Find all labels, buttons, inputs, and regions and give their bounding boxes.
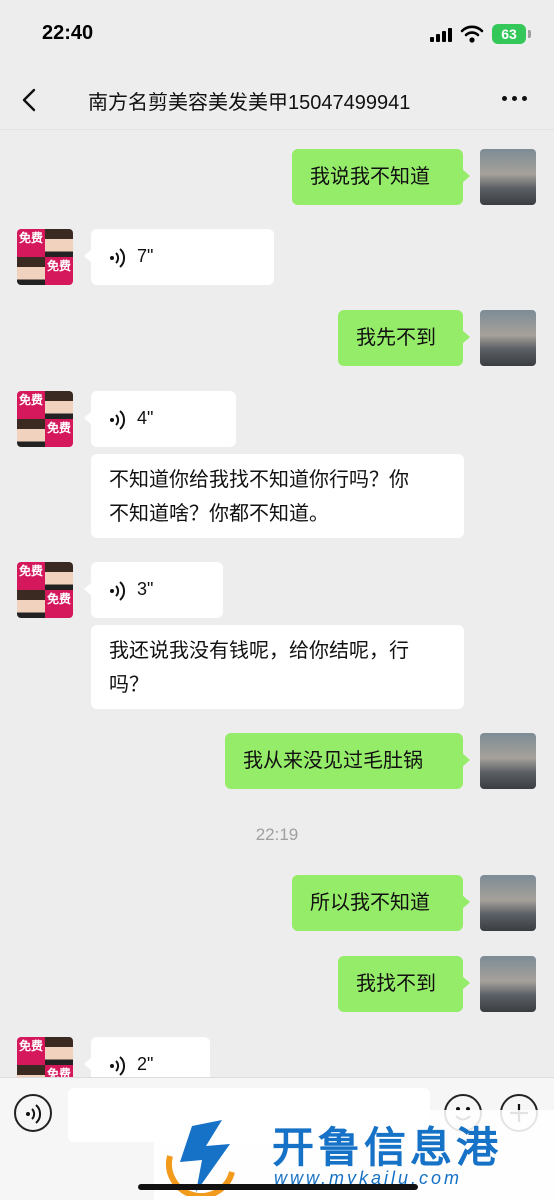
avatar-face — [45, 391, 73, 419]
status-time: 22:40 — [42, 22, 94, 44]
message-text-line: 不知道啥？你都不知道。 — [109, 503, 329, 525]
message-bubble[interactable]: 所以我不知道 — [292, 875, 470, 931]
my-avatar[interactable] — [480, 310, 536, 366]
avatar-face — [17, 590, 45, 618]
back-arrow-icon[interactable] — [18, 86, 42, 114]
message-bubble[interactable]: 我先不到 — [338, 310, 470, 366]
message-text: 我说我不知道 — [310, 166, 430, 188]
avatar-face — [17, 257, 45, 285]
voice-message-bubble[interactable]: 2" — [84, 1037, 210, 1077]
message-text: 所以我不知道 — [310, 892, 430, 914]
wifi-icon — [460, 25, 484, 43]
avatar-badge: 免费 — [45, 257, 73, 285]
home-indicator — [138, 1184, 418, 1190]
battery-indicator: 63 — [492, 24, 526, 44]
contact-avatar[interactable]: 免费 免费 — [17, 229, 73, 285]
voice-message-bubble[interactable]: 7" — [84, 229, 274, 285]
avatar-face — [45, 229, 73, 257]
my-avatar[interactable] — [480, 733, 536, 789]
message-text: 我从来没见过毛肚锅 — [243, 750, 423, 772]
message-bubble[interactable]: 我找不到 — [338, 956, 470, 1012]
message-text-line: 吗？ — [109, 674, 149, 696]
chat-header: 南方名剪美容美发美甲15047499941 — [0, 70, 554, 130]
avatar-face — [45, 562, 73, 590]
voice-duration: 7" — [137, 246, 154, 266]
voice-wave-icon — [110, 1056, 126, 1076]
avatar-badge: 免费 — [17, 391, 45, 419]
battery-cap — [528, 30, 531, 38]
voice-message-bubble[interactable]: 3" — [84, 562, 223, 618]
voice-message-bubble[interactable]: 4" — [84, 391, 236, 447]
avatar-face — [17, 419, 45, 447]
voice-wave-icon — [110, 581, 126, 601]
message-text-line: 不知道你给我找不知道你行吗？你 — [109, 469, 409, 491]
voice-wave-icon — [110, 248, 126, 268]
avatar-badge: 免费 — [17, 229, 45, 257]
voice-duration: 4" — [137, 408, 154, 428]
my-avatar[interactable] — [480, 149, 536, 205]
voice-wave-icon — [26, 1104, 42, 1124]
cellular-signal-icon — [430, 28, 454, 42]
voice-input-button[interactable] — [14, 1094, 52, 1132]
my-avatar[interactable] — [480, 875, 536, 931]
message-timestamp: 22:19 — [255, 825, 299, 844]
avatar-badge: 免费 — [45, 1065, 73, 1077]
voice-wave-icon — [110, 410, 126, 430]
avatar-badge: 免费 — [17, 562, 45, 590]
avatar-badge: 免费 — [45, 419, 73, 447]
contact-avatar[interactable]: 免费 免费 — [17, 391, 73, 447]
message-bubble[interactable]: 不知道你给我找不知道你行吗？你 不知道啥？你都不知道。 — [91, 454, 464, 538]
avatar-face — [45, 1037, 73, 1065]
message-list[interactable]: 我说我不知道 免费 免费 7" 我先不到 免费 免费 4" 不知道你给我找不知道… — [0, 131, 554, 1077]
more-options-icon[interactable] — [500, 96, 530, 104]
voice-duration: 2" — [137, 1054, 154, 1074]
chat-title: 南方名剪美容美发美甲15047499941 — [88, 92, 411, 114]
message-bubble[interactable]: 我从来没见过毛肚锅 — [225, 733, 470, 789]
message-text: 我先不到 — [356, 327, 436, 349]
contact-avatar[interactable]: 免费 免费 — [17, 562, 73, 618]
watermark-title: 开鲁信息港 — [272, 1124, 503, 1171]
status-bar: 22:40 63 — [0, 0, 554, 70]
message-text: 我找不到 — [356, 973, 436, 995]
message-bubble[interactable]: 我还说我没有钱呢，给你结呢，行 吗？ — [91, 625, 464, 709]
contact-avatar[interactable]: 免费 免费 — [17, 1037, 73, 1077]
avatar-badge: 免费 — [45, 590, 73, 618]
message-bubble[interactable]: 我说我不知道 — [292, 149, 470, 205]
voice-duration: 3" — [137, 579, 154, 599]
avatar-badge: 免费 — [17, 1037, 45, 1065]
avatar-face — [17, 1065, 45, 1077]
message-text-line: 我还说我没有钱呢，给你结呢，行 — [109, 640, 409, 662]
my-avatar[interactable] — [480, 956, 536, 1012]
